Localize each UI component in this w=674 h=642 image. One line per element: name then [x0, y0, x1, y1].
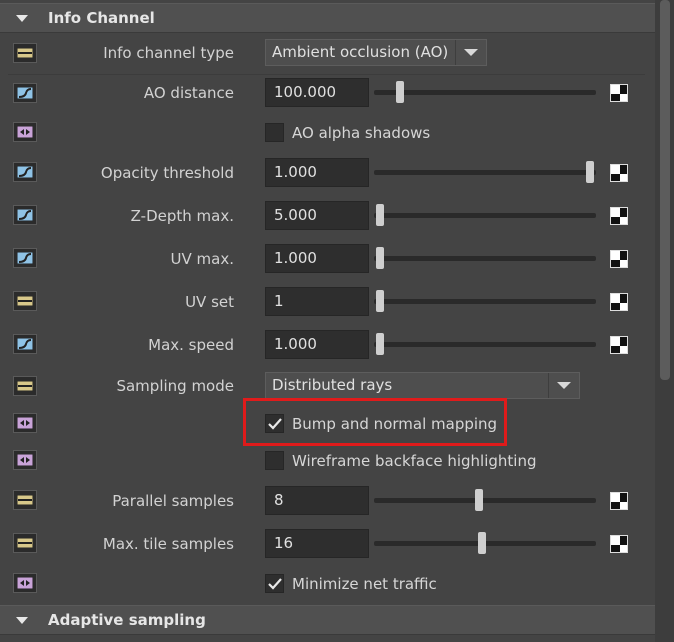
checkmark-icon	[267, 577, 282, 590]
ao-distance-input[interactable]: 100.000	[265, 78, 369, 107]
ao-alpha-shadows-checkbox[interactable]	[265, 123, 284, 142]
collapse-triangle-icon[interactable]	[16, 14, 28, 22]
pin-float-icon[interactable]	[13, 205, 37, 225]
row-max-speed: Max. speed 1.000	[0, 325, 655, 365]
sampling-mode-dropdown[interactable]: Distributed rays	[265, 372, 580, 399]
pin-int-icon[interactable]	[13, 533, 37, 553]
parallel-samples-input[interactable]: 8	[265, 486, 369, 515]
opacity-threshold-slider[interactable]	[374, 170, 596, 175]
reset-icon[interactable]	[610, 293, 628, 311]
row-ao-alpha-shadows: AO alpha shadows	[0, 113, 655, 153]
uv-set-slider[interactable]	[374, 299, 596, 304]
reset-icon[interactable]	[610, 492, 628, 510]
dropdown-value: Ambient occlusion (AO)	[272, 43, 449, 61]
reset-icon[interactable]	[610, 250, 628, 268]
collapse-triangle-icon[interactable]	[16, 616, 28, 624]
checkmark-icon	[267, 417, 282, 430]
row-bump-normal-mapping: Bump and normal mapping	[0, 404, 655, 444]
slider-knob[interactable]	[376, 204, 384, 226]
settings-panel: Info Channel Info channel type Ambient o…	[0, 0, 674, 642]
max-speed-input[interactable]: 1.000	[265, 330, 369, 359]
section-header-info-channel[interactable]: Info Channel	[0, 3, 655, 33]
reset-icon[interactable]	[610, 535, 628, 553]
row-info-channel-type: Info channel type Ambient occlusion (AO)	[0, 35, 655, 75]
max-tile-samples-input[interactable]: 16	[265, 529, 369, 558]
row-sampling-mode: Sampling mode Distributed rays	[0, 367, 655, 407]
chevron-down-icon[interactable]	[548, 373, 579, 398]
pin-bool-icon[interactable]	[13, 122, 37, 142]
dropdown-value: Distributed rays	[272, 376, 393, 394]
slider-knob[interactable]	[475, 489, 483, 511]
reset-icon[interactable]	[610, 207, 628, 225]
pin-float-icon[interactable]	[13, 162, 37, 182]
slider-knob[interactable]	[478, 532, 486, 554]
opacity-threshold-input[interactable]: 1.000	[265, 158, 369, 187]
reset-icon[interactable]	[610, 84, 628, 102]
pin-float-icon[interactable]	[13, 248, 37, 268]
checkbox-label: Bump and normal mapping	[292, 415, 498, 433]
uv-max-input[interactable]: 1.000	[265, 244, 369, 273]
z-depth-max-slider[interactable]	[374, 213, 596, 218]
pin-bool-icon[interactable]	[13, 413, 37, 433]
field-label: Sampling mode	[116, 377, 234, 395]
field-label: AO distance	[143, 84, 234, 102]
uv-set-input[interactable]: 1	[265, 287, 369, 316]
row-uv-max: UV max. 1.000	[0, 239, 655, 279]
field-label: Max. tile samples	[102, 535, 234, 553]
row-ao-distance: AO distance 100.000	[0, 73, 655, 113]
row-opacity-threshold: Opacity threshold 1.000	[0, 153, 655, 193]
section-title: Adaptive sampling	[48, 611, 206, 629]
row-minimize-net-traffic: Minimize net traffic	[0, 564, 655, 604]
pin-enum-icon[interactable]	[13, 43, 37, 63]
field-label: UV set	[185, 293, 234, 311]
pin-bool-icon[interactable]	[13, 573, 37, 593]
wireframe-backface-checkbox[interactable]	[265, 451, 284, 470]
minimize-net-traffic-checkbox[interactable]	[265, 574, 284, 593]
row-parallel-samples: Parallel samples 8	[0, 481, 655, 521]
row-z-depth-max: Z-Depth max. 5.000	[0, 196, 655, 236]
info-channel-type-dropdown[interactable]: Ambient occlusion (AO)	[265, 39, 487, 66]
field-label: Parallel samples	[112, 492, 234, 510]
slider-knob[interactable]	[376, 290, 384, 312]
pin-enum-icon[interactable]	[13, 376, 37, 396]
field-label: Info channel type	[103, 44, 234, 62]
field-label: Opacity threshold	[100, 164, 234, 182]
pin-int-icon[interactable]	[13, 291, 37, 311]
pin-float-icon[interactable]	[13, 334, 37, 354]
checkbox-label: Wireframe backface highlighting	[292, 452, 537, 470]
slider-knob[interactable]	[376, 247, 384, 269]
chevron-down-icon[interactable]	[455, 40, 486, 65]
row-uv-set: UV set 1	[0, 282, 655, 322]
pin-int-icon[interactable]	[13, 490, 37, 510]
field-label: UV max.	[170, 250, 234, 268]
uv-max-slider[interactable]	[374, 256, 596, 261]
checkbox-label: AO alpha shadows	[292, 124, 431, 142]
row-wireframe-backface: Wireframe backface highlighting	[0, 441, 655, 481]
section-title: Info Channel	[48, 9, 155, 27]
pin-float-icon[interactable]	[13, 83, 37, 103]
parallel-samples-slider[interactable]	[374, 498, 596, 503]
field-label: Max. speed	[148, 336, 234, 354]
slider-knob[interactable]	[376, 333, 384, 355]
ao-distance-slider[interactable]	[374, 90, 596, 95]
checkbox-label: Minimize net traffic	[292, 575, 437, 593]
slider-knob[interactable]	[396, 81, 404, 103]
row-max-tile-samples: Max. tile samples 16	[0, 524, 655, 564]
z-depth-max-input[interactable]: 5.000	[265, 201, 369, 230]
pin-bool-icon[interactable]	[13, 450, 37, 470]
bump-normal-mapping-checkbox[interactable]	[265, 414, 284, 433]
scrollbar-thumb[interactable]	[660, 0, 670, 380]
max-speed-slider[interactable]	[374, 342, 596, 347]
slider-knob[interactable]	[586, 161, 594, 183]
reset-icon[interactable]	[610, 164, 628, 182]
field-label: Z-Depth max.	[130, 207, 234, 225]
section-header-adaptive-sampling[interactable]: Adaptive sampling	[0, 605, 655, 635]
reset-icon[interactable]	[610, 336, 628, 354]
